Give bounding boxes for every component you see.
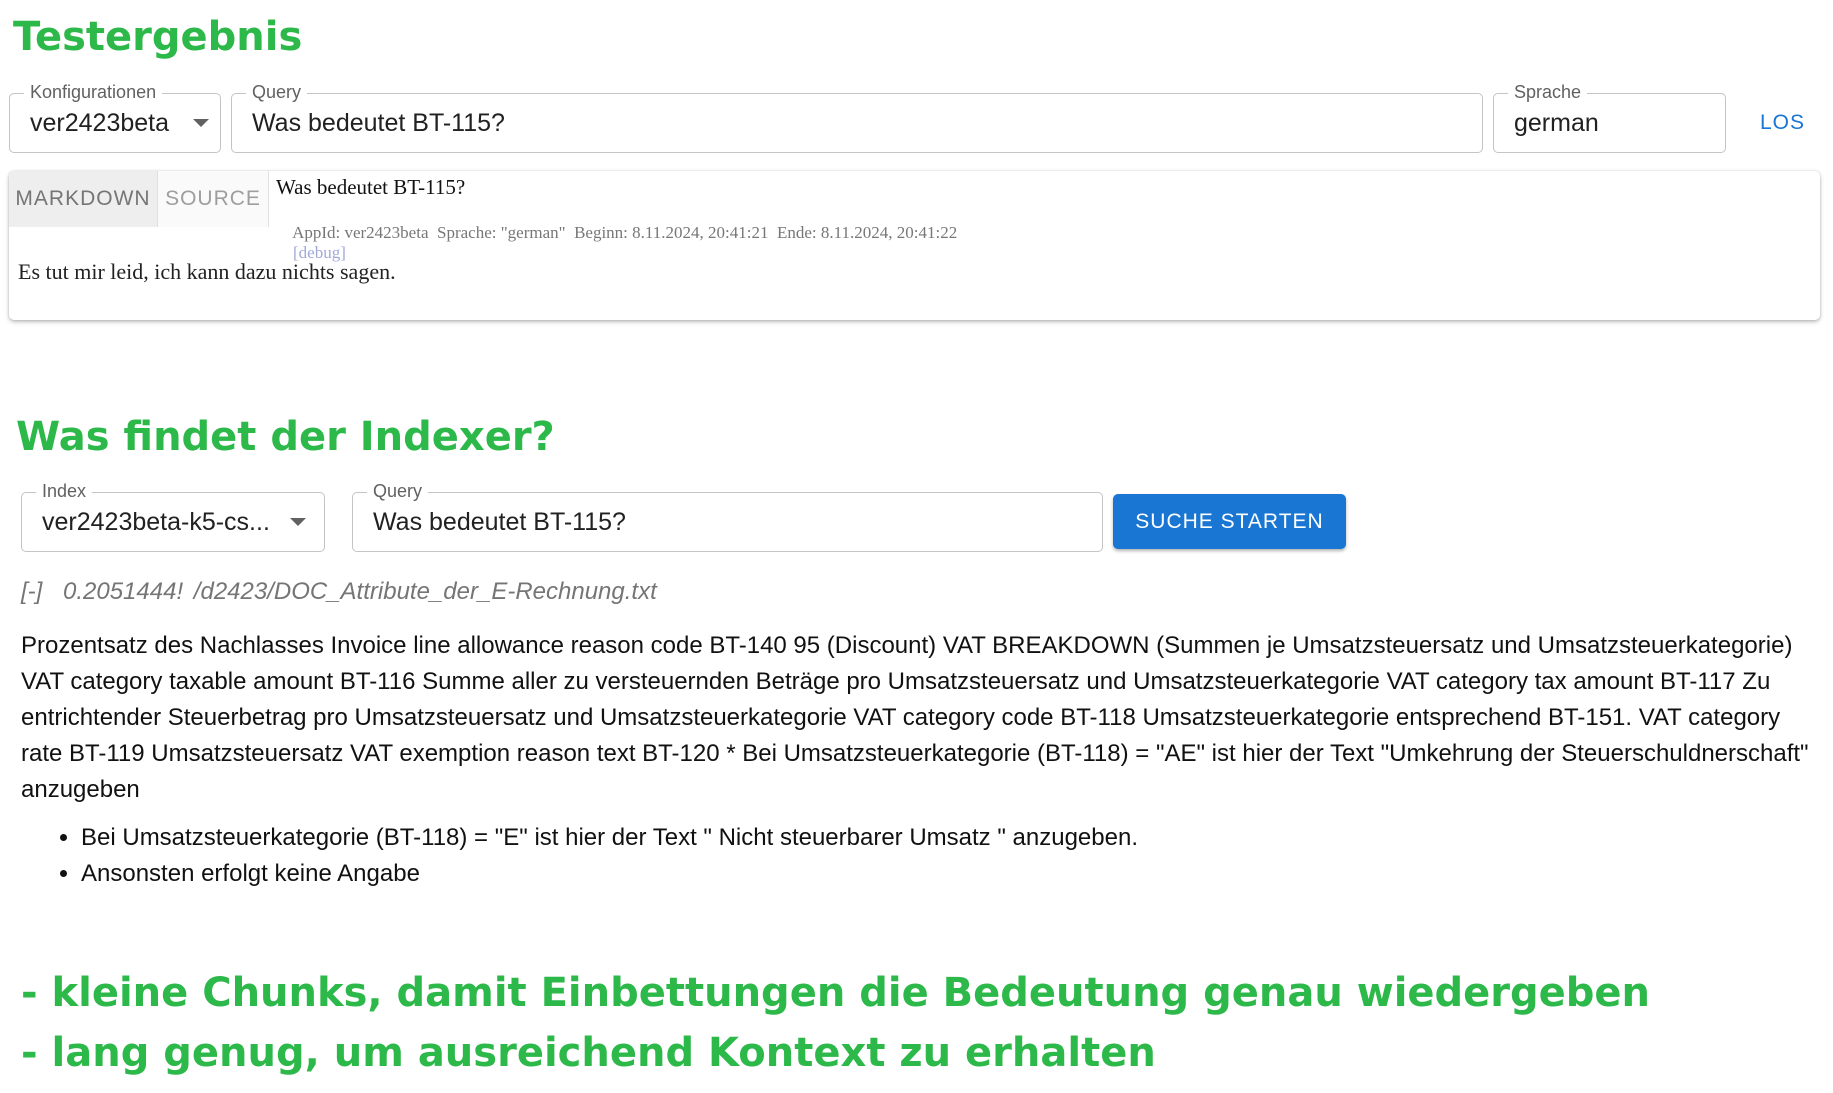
result-answer: Es tut mir leid, ich kann dazu nichts sa… xyxy=(18,259,396,284)
tab-markdown[interactable]: MARKDOWN xyxy=(9,171,157,227)
hit-score: 0.2051444! xyxy=(63,578,184,605)
collapse-toggle[interactable]: [-] xyxy=(21,578,42,605)
query-value: Was bedeutet BT-115? xyxy=(252,108,505,137)
hit-bullets: Bei Umsatzsteuerkategorie (BT-118) = "E"… xyxy=(21,820,1821,892)
note-line-2: - lang genug, um ausreichend Kontext zu … xyxy=(21,1030,1156,1076)
language-value: german xyxy=(1514,108,1599,137)
query-input[interactable]: Query Was bedeutet BT-115? xyxy=(231,82,1483,153)
index-value: ver2423beta-k5-cs... xyxy=(42,507,270,536)
index-select[interactable]: Index ver2423beta-k5-cs... xyxy=(21,481,325,552)
list-item: Bei Umsatzsteuerkategorie (BT-118) = "E"… xyxy=(81,820,1821,856)
hit-content: Prozentsatz des Nachlasses Invoice line … xyxy=(21,628,1821,892)
go-button[interactable]: LOS xyxy=(1760,111,1805,135)
tab-source[interactable]: SOURCE xyxy=(157,171,269,227)
page-title: Testergebnis xyxy=(13,14,303,60)
note-line-1: - kleine Chunks, damit Einbettungen die … xyxy=(21,970,1651,1016)
result-card: MARKDOWN SOURCE Was bedeutet BT-115? App… xyxy=(9,171,1820,320)
config-value: ver2423beta xyxy=(30,108,170,137)
language-input[interactable]: Sprache german xyxy=(1493,82,1726,153)
hit-header: [-] 0.2051444! /d2423/DOC_Attribute_der_… xyxy=(21,578,657,606)
indexer-query-input[interactable]: Query Was bedeutet BT-115? xyxy=(352,481,1103,552)
search-button[interactable]: SUCHE STARTEN xyxy=(1113,494,1346,549)
meta-text: AppId: ver2423beta Sprache: "german" Beg… xyxy=(292,223,958,242)
hit-text: Prozentsatz des Nachlasses Invoice line … xyxy=(21,632,1809,803)
result-question: Was bedeutet BT-115? xyxy=(276,175,466,199)
indexer-query-value: Was bedeutet BT-115? xyxy=(373,507,626,536)
list-item: Ansonsten erfolgt keine Angabe xyxy=(81,856,1821,892)
hit-path: /d2423/DOC_Attribute_der_E-Rechnung.txt xyxy=(193,578,657,605)
chevron-down-icon[interactable] xyxy=(193,119,209,127)
config-select[interactable]: Konfigurationen ver2423beta xyxy=(9,82,221,153)
chevron-down-icon[interactable] xyxy=(290,518,306,526)
section-title: Was findet der Indexer? xyxy=(16,414,555,460)
